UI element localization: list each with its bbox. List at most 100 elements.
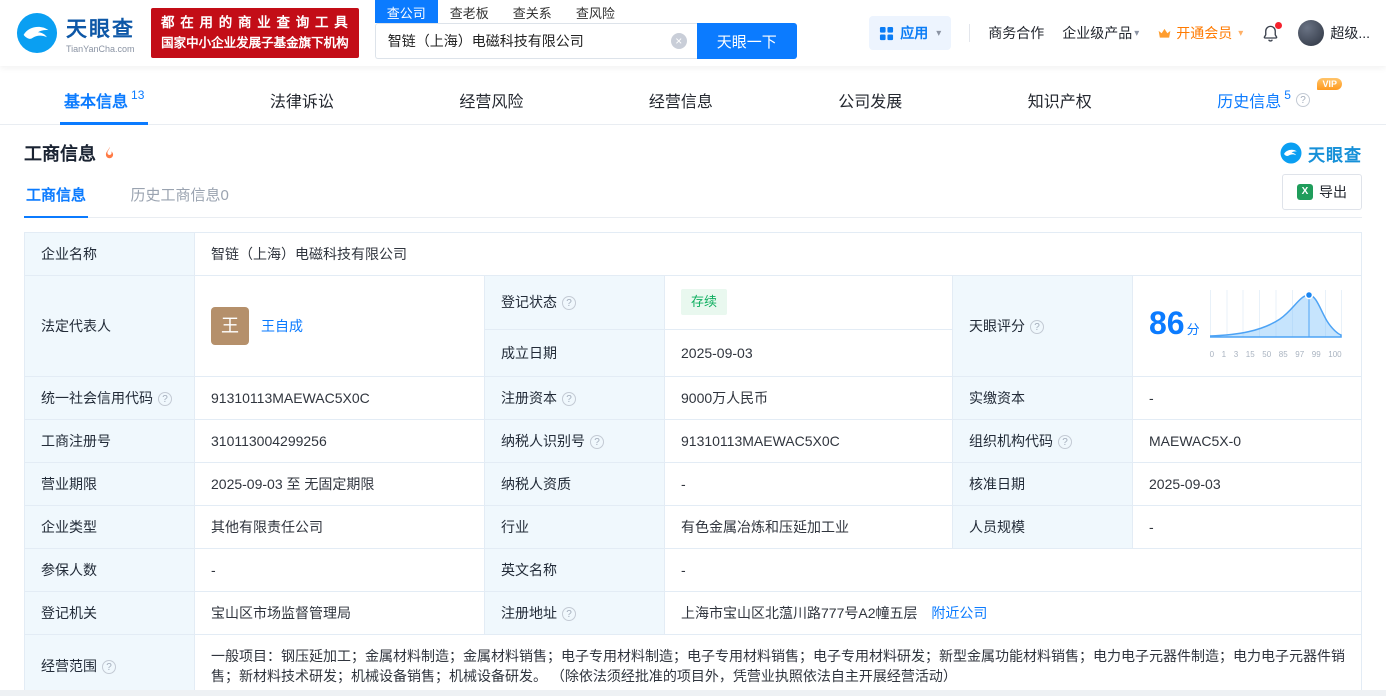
industry-label: 行业 <box>484 505 665 549</box>
menu-divider <box>969 24 971 42</box>
nearby-companies-link[interactable]: 附近公司 <box>931 605 987 621</box>
score-axis: 0 1 3 15 50 85 97 99 100 <box>1210 345 1342 365</box>
business-term-label: 营业期限 <box>24 462 195 506</box>
address-cell: 上海市宝山区北蕰川路777号A2幢五层 附近公司 <box>664 591 1362 635</box>
logo-subtitle: TianYanCha.com <box>66 43 135 54</box>
hot-flame-icon <box>105 146 114 158</box>
field-label-text: 经营范围 <box>41 658 97 674</box>
help-icon[interactable]: ? <box>562 392 576 406</box>
section-header: 工商信息 天眼查 <box>0 125 1386 170</box>
subtab-business-info[interactable]: 工商信息 <box>24 172 89 218</box>
approval-date-value: 2025-09-03 <box>1132 462 1362 506</box>
logo-text: 天眼查 TianYanCha.com <box>66 13 135 54</box>
menu-open-vip[interactable]: 开通会员 ▾ <box>1157 23 1243 43</box>
vip-badge: VIP <box>1317 78 1342 90</box>
score-axis-tick: 100 <box>1328 350 1342 359</box>
help-icon[interactable]: ? <box>1295 93 1310 107</box>
registry-authority-value: 宝山区市场监督管理局 <box>194 591 485 635</box>
crown-icon <box>1158 28 1171 38</box>
field-label-text: 天眼评分 <box>969 318 1025 334</box>
brand-text: 天眼查 <box>1308 145 1362 165</box>
promo-banner: 都 在 用 的 商 业 查 询 工 具 国家中小企业发展子基金旗下机构 <box>151 7 359 59</box>
help-icon[interactable]: ? <box>562 296 576 311</box>
tab-operating-info[interactable]: 经营信息 <box>645 76 717 124</box>
tianyancha-brand-icon <box>1280 142 1302 164</box>
notification-bell[interactable] <box>1261 21 1283 43</box>
apps-grid-icon <box>880 26 894 40</box>
help-icon[interactable]: ? <box>102 660 116 674</box>
clear-search-icon[interactable]: × <box>670 33 687 49</box>
company-type-value: 其他有限责任公司 <box>194 505 485 549</box>
caret-down-icon: ▾ <box>1134 27 1140 39</box>
industry-value: 有色金属冶炼和压延加工业 <box>664 505 953 549</box>
tab-operating-risk[interactable]: 经营风险 <box>455 76 527 124</box>
search-block: 查公司 查老板 查关系 查风险 × 天眼一下 <box>374 0 797 59</box>
search-button[interactable]: 天眼一下 <box>696 23 797 59</box>
tab-label: 法律诉讼 <box>269 94 334 111</box>
help-icon[interactable]: ? <box>590 435 604 449</box>
table-row: 经营范围? 一般项目：钢压延加工；金属材料制造；金属材料销售；电子专用材料制造；… <box>24 634 1362 690</box>
score-axis-tick: 3 <box>1233 350 1239 359</box>
tab-history-info[interactable]: 历史信息 5 ? VIP <box>1213 76 1342 124</box>
credit-code-label: 统一社会信用代码? <box>24 376 195 420</box>
excel-icon: X <box>1297 183 1313 200</box>
score-distribution-chart: 0 1 3 15 50 85 97 99 100 <box>1208 287 1342 365</box>
legal-rep-label: 法定代表人 <box>24 275 195 377</box>
score-axis-tick: 99 <box>1311 350 1321 359</box>
help-icon[interactable]: ? <box>562 607 576 621</box>
tianyancha-logo[interactable]: 天眼查 TianYanCha.com <box>16 12 135 54</box>
tab-legal-proceedings[interactable]: 法律诉讼 <box>266 76 338 124</box>
subtab-history-business-info[interactable]: 历史工商信息0 <box>128 172 230 217</box>
establish-date-value: 2025-09-03 <box>664 328 953 378</box>
tab-company-development[interactable]: 公司发展 <box>834 76 906 124</box>
field-label-text: 注册地址 <box>501 605 557 621</box>
export-label: 导出 <box>1319 183 1347 200</box>
business-scope-value: 一般项目：钢压延加工；金属材料制造；金属材料销售；电子专用材料制造；电子专用材料… <box>194 634 1362 690</box>
search-tab-company[interactable]: 查公司 <box>374 0 438 23</box>
legal-rep-link[interactable]: 王自成 <box>261 316 303 336</box>
score-number: 86 分 <box>1149 307 1200 340</box>
field-label-text: 纳税人识别号 <box>501 433 585 449</box>
tab-intellectual-property[interactable]: 知识产权 <box>1024 76 1096 124</box>
english-name-value: - <box>664 548 1362 592</box>
help-icon[interactable]: ? <box>1030 320 1044 334</box>
legal-rep-cell: 王 王自成 <box>194 275 485 377</box>
company-nav-tabs: 基本信息 13 法律诉讼 经营风险 经营信息 公司发展 知识产权 历史信息 5 … <box>0 76 1386 125</box>
search-tab-boss[interactable]: 查老板 <box>438 0 501 23</box>
help-icon[interactable]: ? <box>1058 435 1072 449</box>
tab-basic-info[interactable]: 基本信息 13 <box>60 76 149 125</box>
org-code-value: MAEWAC5X-0 <box>1132 419 1362 463</box>
status-badge: 存续 <box>681 289 728 316</box>
taxpayer-id-label: 纳税人识别号? <box>484 419 665 463</box>
business-info-card: 工商信息 历史工商信息0 X 导出 企业名称 智链（上海）电磁科技有限公司 法定… <box>24 172 1362 690</box>
search-input[interactable] <box>385 32 671 50</box>
section-title: 工商信息 <box>24 144 96 164</box>
apps-menu-button[interactable]: 应用 ▾ <box>869 16 952 50</box>
table-row: 登记机关 宝山区市场监督管理局 注册地址? 上海市宝山区北蕰川路777号A2幢五… <box>24 591 1362 635</box>
table-row: 参保人数 - 英文名称 - <box>24 548 1362 592</box>
table-row: 法定代表人 王 王自成 登记状态? 存续 天眼评分? 86 分 0 1 3 15… <box>24 275 1362 377</box>
enterprise-products-label: 企业级产品 <box>1062 25 1133 41</box>
caret-down-icon: ▾ <box>1238 27 1244 39</box>
business-info-table: 企业名称 智链（上海）电磁科技有限公司 法定代表人 王 王自成 登记状态? 存续… <box>24 232 1362 690</box>
page: 天眼查 TianYanCha.com 都 在 用 的 商 业 查 询 工 具 国… <box>0 0 1386 690</box>
help-icon[interactable]: ? <box>158 392 172 406</box>
staff-size-label: 人员规模 <box>952 505 1133 549</box>
score-axis-tick: 85 <box>1278 350 1288 359</box>
logo-title: 天眼查 <box>66 17 135 41</box>
tab-count: 5 <box>1284 88 1291 102</box>
approval-date-label: 核准日期 <box>952 462 1133 506</box>
user-menu[interactable]: 超级... <box>1298 20 1370 46</box>
tab-label: 基本信息 <box>64 94 129 111</box>
export-button[interactable]: X 导出 <box>1282 173 1362 210</box>
menu-enterprise-products[interactable]: 企业级产品 ▾ <box>1062 23 1139 43</box>
menu-business-cooperation[interactable]: 商务合作 <box>988 23 1044 43</box>
score-curve <box>1208 290 1342 338</box>
notification-dot <box>1275 21 1283 29</box>
user-name: 超级... <box>1330 25 1370 41</box>
score-axis-tick: 0 <box>1209 350 1215 359</box>
search-tabs: 查公司 查老板 查关系 查风险 <box>374 0 797 23</box>
tab-count: 13 <box>131 88 145 102</box>
search-tab-relation[interactable]: 查关系 <box>501 0 564 23</box>
search-tab-risk[interactable]: 查风险 <box>564 0 627 23</box>
